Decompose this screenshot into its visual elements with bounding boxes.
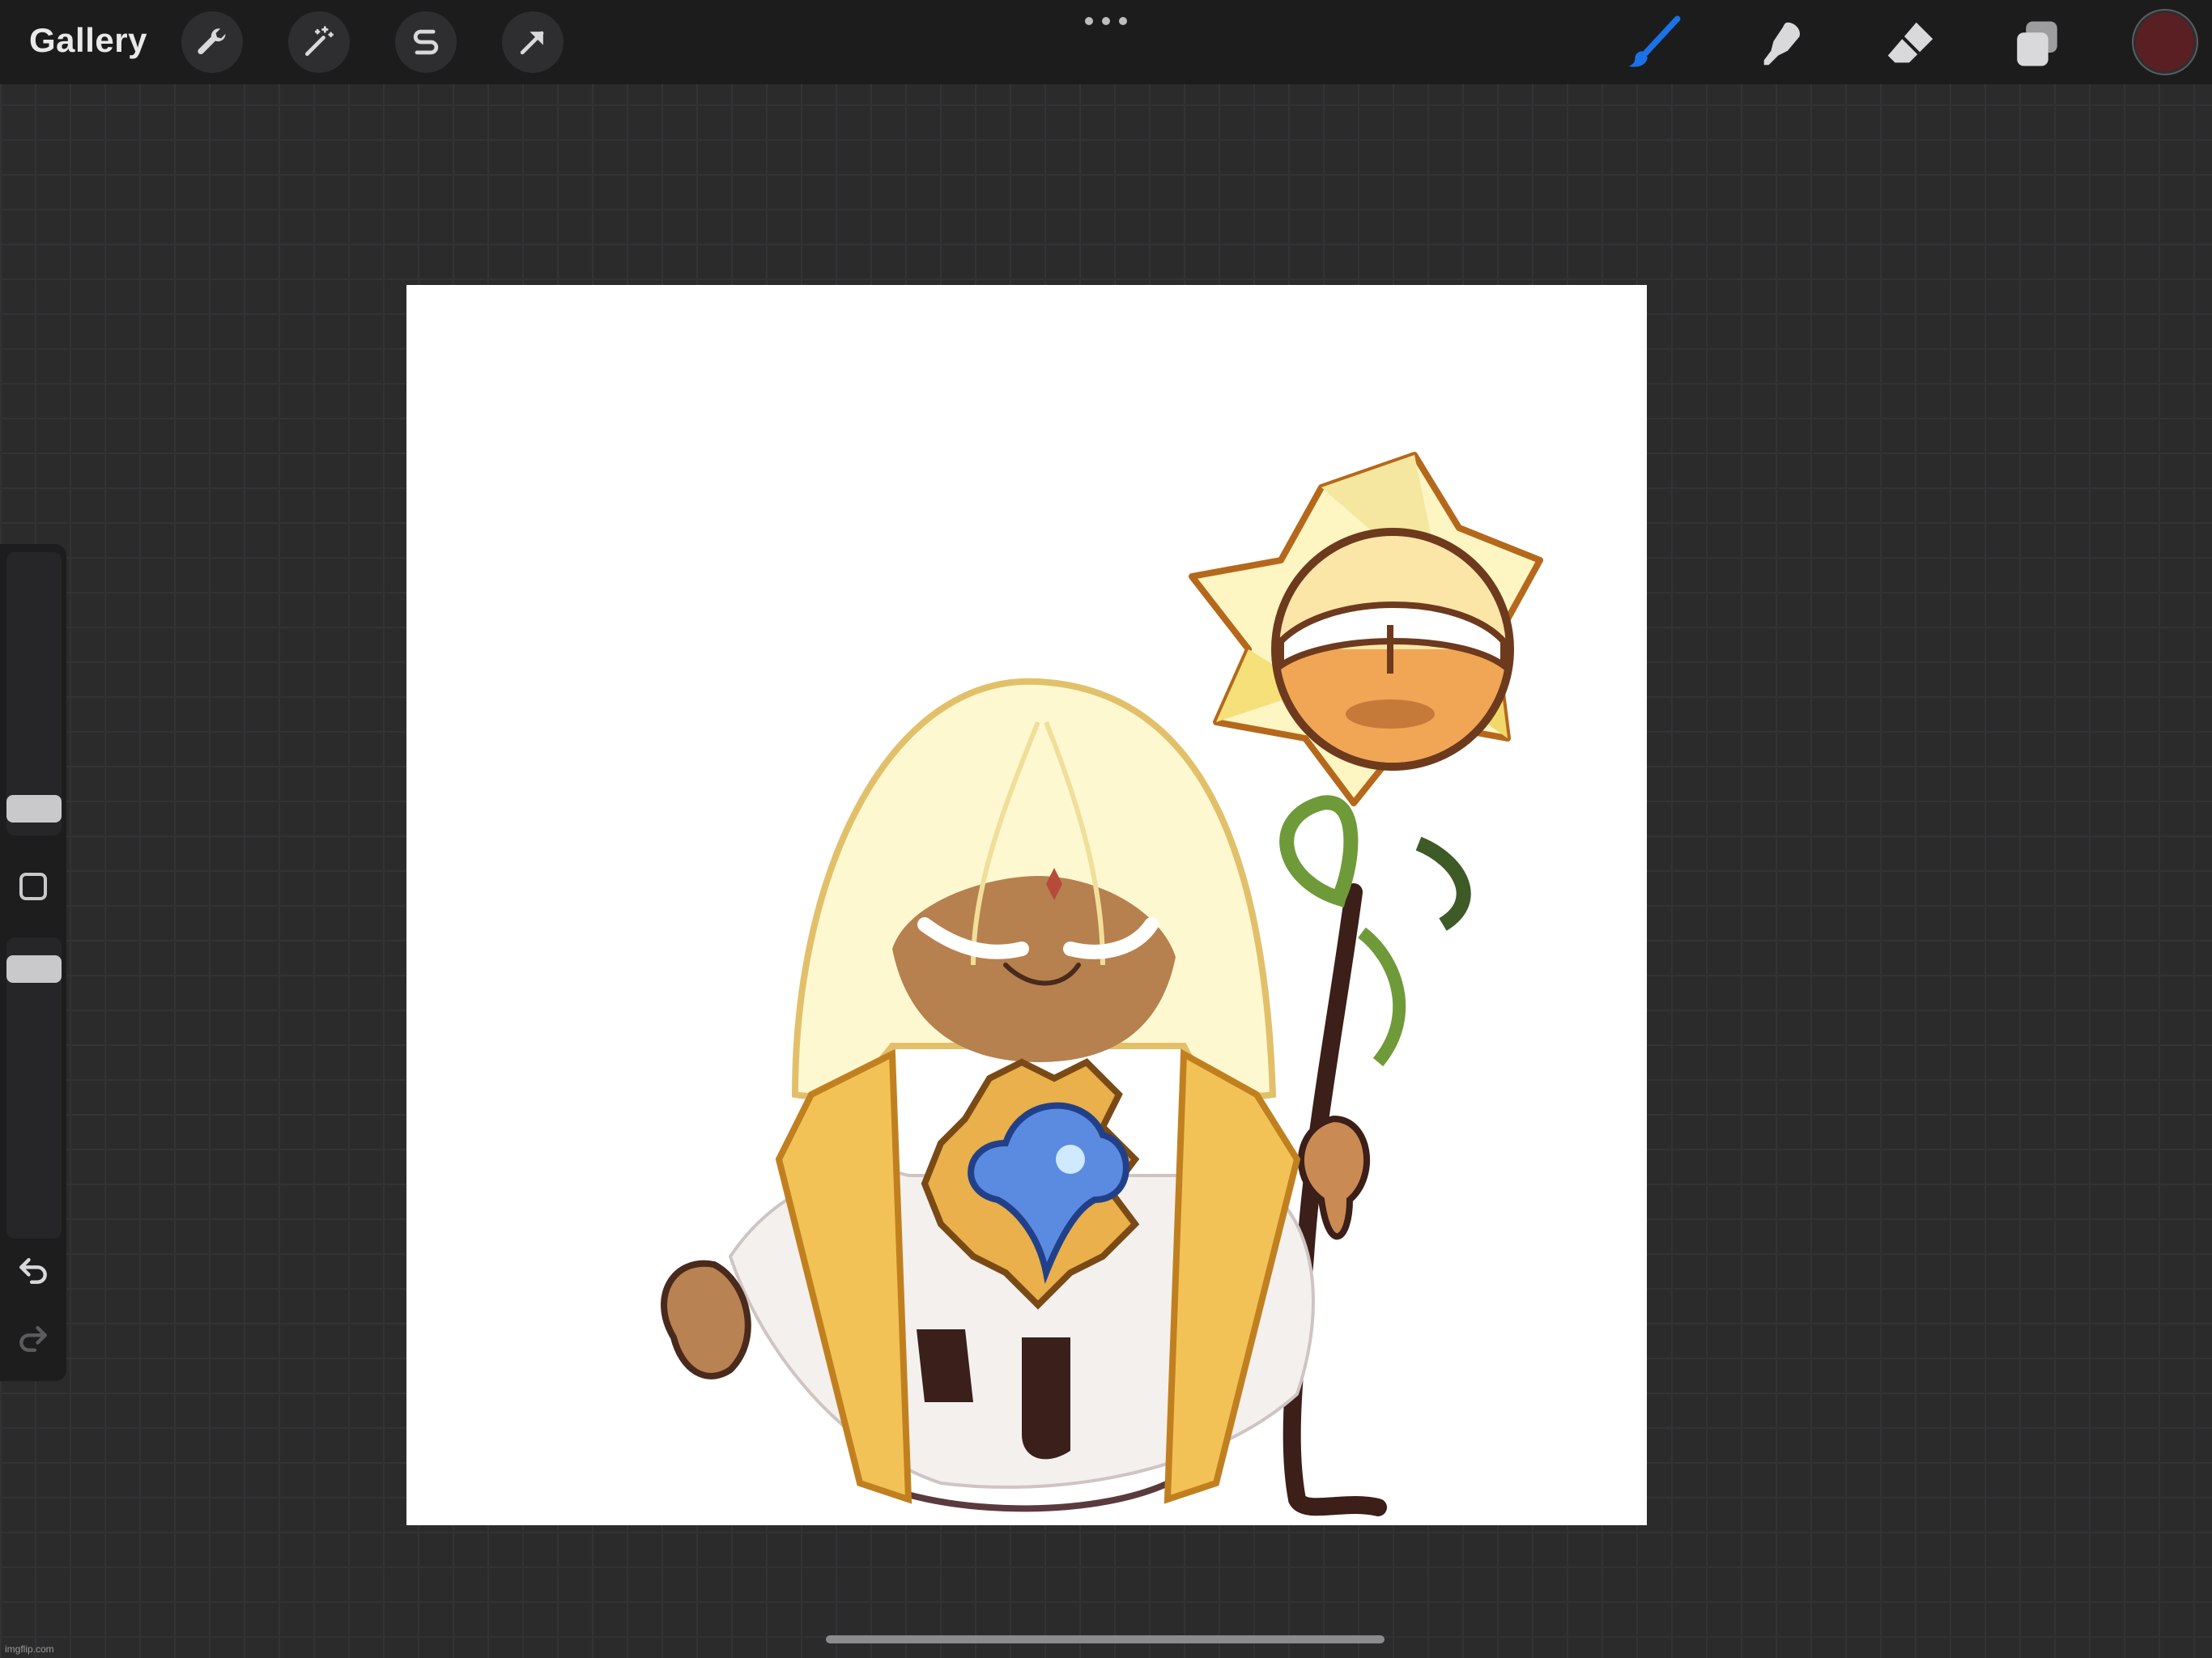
transform-arrow-icon[interactable] xyxy=(502,11,564,73)
paintbrush-icon[interactable] xyxy=(1623,11,1687,76)
opacity-slider-thumb[interactable] xyxy=(6,955,62,983)
gallery-button[interactable]: Gallery xyxy=(29,21,147,60)
brush-size-slider[interactable] xyxy=(6,552,62,835)
undo-arrow-icon[interactable] xyxy=(13,1250,53,1290)
color-picker-swatch[interactable] xyxy=(2136,13,2194,71)
layers-icon[interactable] xyxy=(2005,11,2069,76)
eraser-icon[interactable] xyxy=(1877,11,1942,76)
home-indicator[interactable] xyxy=(826,1635,1385,1643)
more-options-icon[interactable] xyxy=(1085,6,1127,36)
left-sidebar xyxy=(0,544,66,1381)
square-modify-icon[interactable] xyxy=(19,873,47,900)
brush-size-slider-thumb[interactable] xyxy=(6,795,62,823)
smudge-finger-icon[interactable] xyxy=(1750,11,1815,76)
redo-arrow-icon[interactable] xyxy=(13,1318,53,1358)
adjustments-magic-wand-icon[interactable] xyxy=(288,11,350,73)
drawing-canvas[interactable] xyxy=(406,285,1647,1525)
selection-s-icon[interactable] xyxy=(395,11,457,73)
top-toolbar: Gallery xyxy=(0,0,2212,84)
actions-wrench-icon[interactable] xyxy=(181,11,243,73)
canvas-artwork xyxy=(661,452,1543,1516)
watermark-text: imgflip.com xyxy=(5,1643,54,1655)
